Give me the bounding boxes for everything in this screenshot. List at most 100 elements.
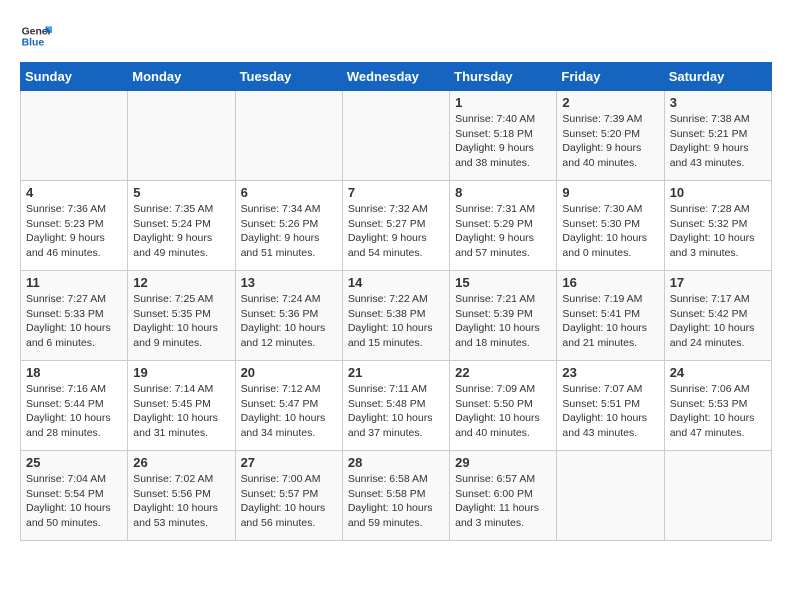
calendar-day-cell: 27 Sunrise: 7:00 AM Sunset: 5:57 PM Dayli…	[235, 451, 342, 541]
day-info: Sunrise: 7:35 AM Sunset: 5:24 PM Dayligh…	[133, 202, 229, 261]
calendar-day-cell	[21, 91, 128, 181]
calendar-day-cell	[664, 451, 771, 541]
day-number: 2	[562, 95, 658, 110]
day-number: 27	[241, 455, 337, 470]
calendar-week-row: 4 Sunrise: 7:36 AM Sunset: 5:23 PM Daylig…	[21, 181, 772, 271]
day-number: 28	[348, 455, 444, 470]
calendar-day-cell: 12Sunrise: 7:25 AM Sunset: 5:35 PM Dayli…	[128, 271, 235, 361]
day-info: Sunrise: 7:12 AM Sunset: 5:47 PM Dayligh…	[241, 382, 337, 441]
day-info: Sunrise: 7:27 AM Sunset: 5:33 PM Dayligh…	[26, 292, 122, 351]
svg-text:Blue: Blue	[22, 38, 45, 49]
day-number: 8	[455, 185, 551, 200]
calendar-day-cell: 18 Sunrise: 7:16 AM Sunset: 5:44 PM Dayli…	[21, 361, 128, 451]
day-number: 23	[562, 365, 658, 380]
calendar-day-cell: 14 Sunrise: 7:22 AM Sunset: 5:38 PM Dayli…	[342, 271, 449, 361]
day-info: Sunrise: 7:34 AM Sunset: 5:26 PM Dayligh…	[241, 202, 337, 261]
day-info: Sunrise: 7:40 AM Sunset: 5:18 PM Dayligh…	[455, 112, 551, 171]
calendar-day-cell: 15 Sunrise: 7:21 AM Sunset: 5:39 PM Dayli…	[450, 271, 557, 361]
day-number: 25	[26, 455, 122, 470]
calendar-day-cell: 24Sunrise: 7:06 AM Sunset: 5:53 PM Dayli…	[664, 361, 771, 451]
calendar-day-cell: 22 Sunrise: 7:09 AM Sunset: 5:50 PM Dayli…	[450, 361, 557, 451]
weekday-header-cell: Wednesday	[342, 63, 449, 91]
weekday-header-cell: Saturday	[664, 63, 771, 91]
day-info: Sunrise: 7:22 AM Sunset: 5:38 PM Dayligh…	[348, 292, 444, 351]
day-info: Sunrise: 7:38 AM Sunset: 5:21 PM Dayligh…	[670, 112, 766, 171]
day-number: 17	[670, 275, 766, 290]
calendar-day-cell: 2 Sunrise: 7:39 AM Sunset: 5:20 PM Daylig…	[557, 91, 664, 181]
day-info: Sunrise: 7:31 AM Sunset: 5:29 PM Dayligh…	[455, 202, 551, 261]
calendar-day-cell: 20 Sunrise: 7:12 AM Sunset: 5:47 PM Dayli…	[235, 361, 342, 451]
calendar-day-cell	[342, 91, 449, 181]
calendar-table: SundayMondayTuesdayWednesdayThursdayFrid…	[20, 62, 772, 541]
day-info: Sunrise: 7:36 AM Sunset: 5:23 PM Dayligh…	[26, 202, 122, 261]
day-info: Sunrise: 7:06 AM Sunset: 5:53 PM Dayligh…	[670, 382, 766, 441]
calendar-day-cell: 21 Sunrise: 7:11 AM Sunset: 5:48 PM Dayli…	[342, 361, 449, 451]
calendar-day-cell	[557, 451, 664, 541]
day-number: 15	[455, 275, 551, 290]
weekday-header-cell: Friday	[557, 63, 664, 91]
calendar-day-cell: 10 Sunrise: 7:28 AM Sunset: 5:32 PM Dayli…	[664, 181, 771, 271]
day-number: 18	[26, 365, 122, 380]
day-number: 11	[26, 275, 122, 290]
calendar-day-cell: 3 Sunrise: 7:38 AM Sunset: 5:21 PM Daylig…	[664, 91, 771, 181]
calendar-day-cell	[128, 91, 235, 181]
day-number: 14	[348, 275, 444, 290]
calendar-day-cell: 17 Sunrise: 7:17 AM Sunset: 5:42 PM Dayli…	[664, 271, 771, 361]
day-info: Sunrise: 7:16 AM Sunset: 5:44 PM Dayligh…	[26, 382, 122, 441]
day-info: Sunrise: 7:00 AM Sunset: 5:57 PM Dayligh…	[241, 472, 337, 531]
day-info: Sunrise: 6:58 AM Sunset: 5:58 PM Dayligh…	[348, 472, 444, 531]
day-number: 4	[26, 185, 122, 200]
day-info: Sunrise: 7:09 AM Sunset: 5:50 PM Dayligh…	[455, 382, 551, 441]
day-info: Sunrise: 7:21 AM Sunset: 5:39 PM Dayligh…	[455, 292, 551, 351]
calendar-day-cell	[235, 91, 342, 181]
day-info: Sunrise: 7:11 AM Sunset: 5:48 PM Dayligh…	[348, 382, 444, 441]
day-info: Sunrise: 7:39 AM Sunset: 5:20 PM Dayligh…	[562, 112, 658, 171]
day-number: 20	[241, 365, 337, 380]
day-info: Sunrise: 6:57 AM Sunset: 6:00 PM Dayligh…	[455, 472, 551, 531]
calendar-day-cell: 26 Sunrise: 7:02 AM Sunset: 5:56 PM Dayli…	[128, 451, 235, 541]
calendar-day-cell: 23 Sunrise: 7:07 AM Sunset: 5:51 PM Dayli…	[557, 361, 664, 451]
calendar-day-cell: 5Sunrise: 7:35 AM Sunset: 5:24 PM Daylig…	[128, 181, 235, 271]
calendar-day-cell: 29 Sunrise: 6:57 AM Sunset: 6:00 PM Dayli…	[450, 451, 557, 541]
day-number: 19	[133, 365, 229, 380]
day-info: Sunrise: 7:14 AM Sunset: 5:45 PM Dayligh…	[133, 382, 229, 441]
weekday-header-row: SundayMondayTuesdayWednesdayThursdayFrid…	[21, 63, 772, 91]
day-number: 1	[455, 95, 551, 110]
day-info: Sunrise: 7:07 AM Sunset: 5:51 PM Dayligh…	[562, 382, 658, 441]
calendar-week-row: 1 Sunrise: 7:40 AM Sunset: 5:18 PM Daylig…	[21, 91, 772, 181]
calendar-day-cell: 8 Sunrise: 7:31 AM Sunset: 5:29 PM Daylig…	[450, 181, 557, 271]
day-number: 12	[133, 275, 229, 290]
calendar-week-row: 11 Sunrise: 7:27 AM Sunset: 5:33 PM Dayli…	[21, 271, 772, 361]
logo: General Blue	[20, 20, 52, 52]
day-info: Sunrise: 7:02 AM Sunset: 5:56 PM Dayligh…	[133, 472, 229, 531]
calendar-day-cell: 13Sunrise: 7:24 AM Sunset: 5:36 PM Dayli…	[235, 271, 342, 361]
day-number: 3	[670, 95, 766, 110]
day-info: Sunrise: 7:04 AM Sunset: 5:54 PM Dayligh…	[26, 472, 122, 531]
day-number: 22	[455, 365, 551, 380]
day-info: Sunrise: 7:24 AM Sunset: 5:36 PM Dayligh…	[241, 292, 337, 351]
calendar-day-cell: 1 Sunrise: 7:40 AM Sunset: 5:18 PM Daylig…	[450, 91, 557, 181]
page-header: General Blue	[20, 20, 772, 52]
day-number: 10	[670, 185, 766, 200]
day-number: 6	[241, 185, 337, 200]
calendar-day-cell: 9 Sunrise: 7:30 AM Sunset: 5:30 PM Daylig…	[557, 181, 664, 271]
day-number: 21	[348, 365, 444, 380]
calendar-day-cell: 11 Sunrise: 7:27 AM Sunset: 5:33 PM Dayli…	[21, 271, 128, 361]
day-info: Sunrise: 7:28 AM Sunset: 5:32 PM Dayligh…	[670, 202, 766, 261]
calendar-day-cell: 7Sunrise: 7:32 AM Sunset: 5:27 PM Daylig…	[342, 181, 449, 271]
weekday-header-cell: Monday	[128, 63, 235, 91]
calendar-week-row: 25 Sunrise: 7:04 AM Sunset: 5:54 PM Dayli…	[21, 451, 772, 541]
calendar-day-cell: 6 Sunrise: 7:34 AM Sunset: 5:26 PM Daylig…	[235, 181, 342, 271]
day-number: 29	[455, 455, 551, 470]
calendar-day-cell: 16Sunrise: 7:19 AM Sunset: 5:41 PM Dayli…	[557, 271, 664, 361]
day-number: 16	[562, 275, 658, 290]
calendar-body: 1 Sunrise: 7:40 AM Sunset: 5:18 PM Daylig…	[21, 91, 772, 541]
calendar-day-cell: 25 Sunrise: 7:04 AM Sunset: 5:54 PM Dayli…	[21, 451, 128, 541]
day-info: Sunrise: 7:32 AM Sunset: 5:27 PM Dayligh…	[348, 202, 444, 261]
calendar-day-cell: 4 Sunrise: 7:36 AM Sunset: 5:23 PM Daylig…	[21, 181, 128, 271]
day-info: Sunrise: 7:17 AM Sunset: 5:42 PM Dayligh…	[670, 292, 766, 351]
weekday-header-cell: Sunday	[21, 63, 128, 91]
day-info: Sunrise: 7:30 AM Sunset: 5:30 PM Dayligh…	[562, 202, 658, 261]
day-number: 26	[133, 455, 229, 470]
day-number: 9	[562, 185, 658, 200]
